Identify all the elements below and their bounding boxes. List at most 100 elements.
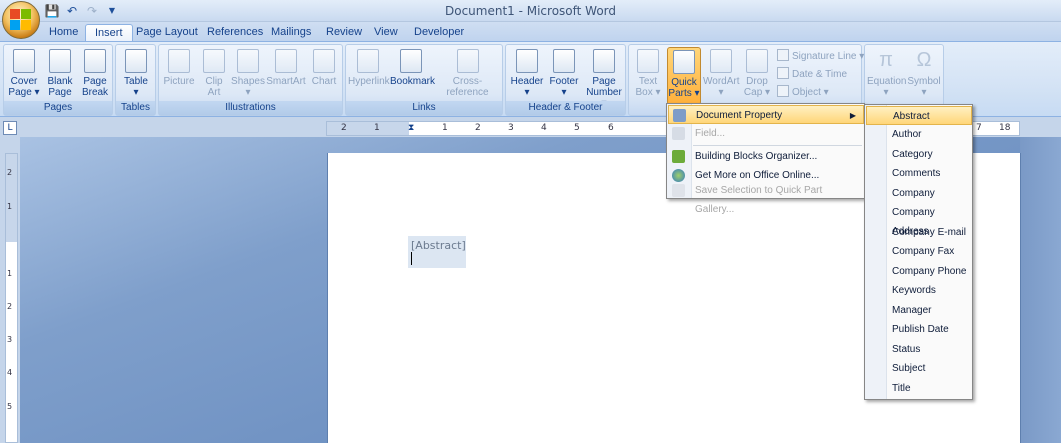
page-number-button[interactable]: PageNumber ▾ <box>584 49 624 109</box>
quick-parts-button[interactable]: Quick Parts ▾ <box>667 47 701 105</box>
tab-home[interactable]: Home <box>40 24 87 42</box>
menu-item-document-property[interactable]: Document Property ▶ <box>668 105 864 124</box>
symbol-button[interactable]: Ω Symbol ▾ <box>907 49 941 103</box>
submenu-item-label: Title <box>892 383 911 394</box>
shapes-button[interactable]: Shapes ▾ <box>231 49 265 103</box>
object-button[interactable]: Object ▾ <box>777 85 829 101</box>
btn-label: Cover <box>10 76 38 87</box>
submenu-item-company-address[interactable]: Company Address <box>866 203 972 237</box>
btn-label: Page <box>8 87 32 98</box>
btn-label: Page <box>83 76 107 87</box>
cover-page-icon <box>13 49 35 73</box>
submenu-item-company-phone[interactable]: Company Phone <box>866 262 972 281</box>
wordart-button[interactable]: WordArt ▾ <box>703 49 740 103</box>
tab-insert[interactable]: Insert <box>85 24 133 42</box>
tab-developer[interactable]: Developer <box>405 24 473 42</box>
ruler-label: 4 <box>541 123 547 133</box>
btn-label: Drop <box>746 76 768 87</box>
hyperlink-button[interactable]: Hyperlink <box>348 49 390 103</box>
smartart-button[interactable]: SmartArt <box>266 49 306 103</box>
date-time-icon <box>777 67 789 79</box>
tab-view[interactable]: View <box>365 24 407 42</box>
submenu-item-manager[interactable]: Manager <box>866 301 972 320</box>
group-label-tables: Tables <box>116 101 155 115</box>
text-box-button[interactable]: Text Box ▾ <box>631 49 665 103</box>
signature-line-button[interactable]: Signature Line ▾ <box>777 49 864 65</box>
menu-item-building-blocks-organizer[interactable]: Building Blocks Organizer... <box>668 147 864 166</box>
menu-item-label: Building Blocks Organizer... <box>695 151 818 162</box>
smartart-icon <box>275 49 297 73</box>
btn-label: Cross-reference <box>446 76 489 98</box>
btn-label: Chart <box>311 76 337 87</box>
chart-icon <box>313 49 335 73</box>
ruler-label: 4 <box>7 368 13 377</box>
hyperlink-icon <box>357 49 379 73</box>
submenu-item-publish-date[interactable]: Publish Date <box>866 320 972 339</box>
footer-icon <box>553 49 575 73</box>
submenu-item-title[interactable]: Title <box>866 379 972 398</box>
menu-item-label: Document Property <box>696 110 783 121</box>
date-time-button[interactable]: Date & Time <box>777 67 847 83</box>
submenu-item-label: Abstract <box>893 111 930 122</box>
btn-label: Number <box>586 87 622 98</box>
ruler-label: 18 <box>999 123 1011 133</box>
submenu-item-company[interactable]: Company <box>866 184 972 203</box>
office-logo-icon <box>10 9 32 31</box>
submenu-arrow-icon: ▶ <box>849 111 856 120</box>
indent-marker-icon[interactable]: ⧗ <box>408 122 414 135</box>
content-control-text: [Abstract] <box>411 239 466 252</box>
ruler-label: 5 <box>7 402 13 411</box>
tab-selector[interactable]: L <box>3 121 17 135</box>
ruler-label: 2 <box>341 123 347 133</box>
page-break-button[interactable]: Page Break <box>78 49 112 103</box>
btn-label: Picture <box>163 76 195 87</box>
submenu-item-keywords[interactable]: Keywords <box>866 281 972 300</box>
abstract-content-control[interactable]: [Abstract] <box>408 236 466 268</box>
chart-button[interactable]: Chart <box>308 49 340 103</box>
blank-page-button[interactable]: Blank Page <box>43 49 77 103</box>
submenu-item-company-email[interactable]: Company E-mail <box>866 223 972 242</box>
btn-label: Page <box>48 87 72 98</box>
menu-separator <box>693 145 862 146</box>
submenu-item-author[interactable]: Author <box>866 125 972 144</box>
clip-art-button[interactable]: Clip Art <box>199 49 229 103</box>
vertical-ruler[interactable]: 2 1 1 2 3 4 5 <box>5 153 18 443</box>
cover-page-button[interactable]: Cover Page ▾ <box>7 49 41 103</box>
symbol-icon: Ω <box>916 49 932 71</box>
submenu-item-label: Author <box>892 129 922 140</box>
building-blocks-icon <box>672 150 685 163</box>
cross-reference-icon <box>456 49 479 73</box>
group-label-links: Links <box>346 101 502 115</box>
btn-label: Cap <box>743 87 763 98</box>
equation-button[interactable]: π Equation ▾ <box>867 49 906 103</box>
submenu-item-category[interactable]: Category <box>866 145 972 164</box>
blank-page-icon <box>49 49 71 73</box>
submenu-item-comments[interactable]: Comments <box>866 164 972 183</box>
table-icon <box>125 49 147 73</box>
tab-mailings[interactable]: Mailings <box>262 24 320 42</box>
menu-item-save-selection[interactable]: Save Selection to Quick Part Gallery... <box>668 181 864 215</box>
equation-icon: π <box>879 49 893 71</box>
table-button[interactable]: Table ▾ <box>119 49 153 103</box>
cross-reference-button[interactable]: Cross-reference <box>434 49 501 103</box>
title-bar: 💾 ↶ ↷ ▼ Document1 - Microsoft Word <box>0 0 1061 22</box>
ruler-label: 1 <box>374 123 380 133</box>
document-property-icon <box>673 109 686 122</box>
signature-line-icon <box>777 49 789 61</box>
bookmark-button[interactable]: Bookmark <box>390 49 435 103</box>
office-button[interactable] <box>2 1 40 39</box>
object-icon <box>777 85 789 97</box>
header-button[interactable]: Header ▾ <box>509 49 545 103</box>
submenu-item-company-fax[interactable]: Company Fax <box>866 242 972 261</box>
tab-page-layout[interactable]: Page Layout <box>127 24 207 42</box>
ruler-label: 1 <box>7 269 13 278</box>
drop-cap-button[interactable]: Drop Cap ▾ <box>741 49 773 103</box>
picture-button[interactable]: Picture <box>161 49 197 103</box>
submenu-item-abstract[interactable]: Abstract <box>866 106 972 125</box>
tab-review[interactable]: Review <box>317 24 371 42</box>
submenu-item-subject[interactable]: Subject <box>866 359 972 378</box>
menu-item-field[interactable]: Field... <box>668 124 864 143</box>
page-break-icon <box>84 49 106 73</box>
footer-button[interactable]: Footer ▾ <box>546 49 582 103</box>
submenu-item-status[interactable]: Status <box>866 340 972 359</box>
